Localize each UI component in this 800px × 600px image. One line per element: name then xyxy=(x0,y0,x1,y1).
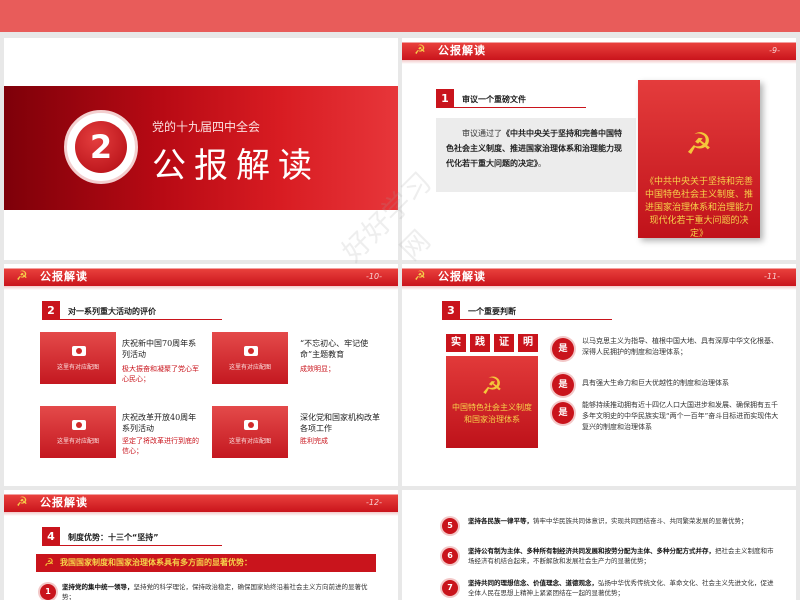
header-title: 公报解读 xyxy=(438,44,486,57)
section-heading: 3 一个重要判断 xyxy=(442,301,612,320)
section-heading: 4 制度优势：十三个“坚持” xyxy=(42,527,222,546)
camera-icon xyxy=(72,420,86,430)
section-heading: 1 审议一个重磅文件 xyxy=(436,89,586,108)
slide-subtitle: 党的十九届四中全会 xyxy=(152,120,261,134)
section-label: 制度优势：十三个“坚持” xyxy=(68,533,159,542)
page-number: -11- xyxy=(764,272,780,281)
judgement-row: 是 以马克思主义为指导、植根中国大地、具有深厚中华文化根基、深得人民拥护的制度和… xyxy=(552,336,782,366)
section-number: 2 xyxy=(42,301,60,320)
section-label: 审议一个重磅文件 xyxy=(462,95,526,104)
slide-header: ☭ 公报解读 -12- xyxy=(4,494,398,516)
system-box: ☭ 中国特色社会主义制度和国家治理体系 xyxy=(446,356,538,448)
camera-icon xyxy=(244,420,258,430)
section-number: 3 xyxy=(442,301,460,320)
image-placeholder: 这里有对应配图 xyxy=(212,406,288,458)
header-title: 公报解读 xyxy=(40,270,88,283)
slide-3[interactable]: ☭ 公报解读 -10- 2 对一系列重大活动的评价 这里有对应配图 庆祝新中国7… xyxy=(4,264,398,486)
hammer-sickle-icon: ☭ xyxy=(685,127,713,162)
advantages-bar: ☭ 我国国家制度和国家治理体系具有多方面的显著优势： xyxy=(36,554,376,572)
section-label: 一个重要判断 xyxy=(468,307,516,316)
practice-proves-labels: 实 践 证 明 xyxy=(446,334,538,354)
activity-title: 深化党和国家机构改革各项工作 xyxy=(300,413,380,433)
slide-header: ☭ 公报解读 -11- xyxy=(402,268,796,290)
image-placeholder: 这里有对应配图 xyxy=(40,332,116,384)
hammer-sickle-icon: ☭ xyxy=(44,556,54,569)
page-number: -12- xyxy=(366,498,382,507)
section-number: 2 xyxy=(75,121,127,173)
activity-title: “不忘初心、牢记使命”主题教育 xyxy=(300,339,369,359)
document-card: ☭ 《中共中央关于坚持和完善中国特色社会主义制度、推进国家治理体系和治理能力现代… xyxy=(638,80,760,239)
header-title: 公报解读 xyxy=(438,270,486,283)
activity-desc: 胜利完成 xyxy=(300,437,328,445)
section-heading: 2 对一系列重大活动的评价 xyxy=(42,301,222,320)
body-text: 审议通过了《中共中央关于坚持和完善中国特色社会主义制度、推进国家治理体系和治理能… xyxy=(436,118,636,192)
hammer-sickle-icon: ☭ xyxy=(481,372,503,400)
activity-desc: 成效明显； xyxy=(300,365,335,373)
hammer-sickle-icon: ☭ xyxy=(16,495,28,510)
page-number: -9- xyxy=(769,46,780,55)
activity-title: 庆祝改革开放40周年系列活动 xyxy=(122,413,197,433)
slide-1[interactable]: 2 党的十九届四中全会 公报解读 xyxy=(4,38,398,260)
slide-header: ☭ 公报解读 -9- xyxy=(402,42,796,64)
hammer-sickle-icon: ☭ xyxy=(414,43,426,58)
image-placeholder: 这里有对应配图 xyxy=(40,406,116,458)
activity-desc: 极大振奋和凝聚了党心军心民心； xyxy=(122,365,199,383)
hammer-sickle-icon: ☭ xyxy=(16,269,28,284)
slide-title: 公报解读 xyxy=(152,146,320,186)
hammer-sickle-icon: ☭ xyxy=(414,269,426,284)
section-number: 4 xyxy=(42,527,60,546)
slide-4[interactable]: ☭ 公报解读 -11- 3 一个重要判断 实 践 证 明 ☭ 中国特色社会主义制… xyxy=(402,264,796,486)
header-title: 公报解读 xyxy=(40,496,88,509)
section-label: 对一系列重大活动的评价 xyxy=(68,307,156,316)
page-number: -10- xyxy=(366,272,382,281)
image-placeholder: 这里有对应配图 xyxy=(212,332,288,384)
slide-5[interactable]: ☭ 公报解读 -12- 4 制度优势：十三个“坚持” ☭ 我国国家制度和国家治理… xyxy=(4,490,398,600)
slide-header: ☭ 公报解读 -10- xyxy=(4,268,398,290)
top-banner xyxy=(0,0,800,32)
section-number: 1 xyxy=(436,89,454,108)
camera-icon xyxy=(72,346,86,356)
activity-title: 庆祝新中国70周年系列活动 xyxy=(122,339,197,359)
activity-desc: 坚定了将改革进行到底的信心； xyxy=(122,437,199,455)
slide-6[interactable]: 5 坚持各民族一律平等，铸牢中华民族共同体意识，实现共同团结奋斗、共同繁荣发展的… xyxy=(402,490,796,600)
system-box-text: 中国特色社会主义制度和国家治理体系 xyxy=(452,403,532,424)
section-number-circle: 2 xyxy=(64,110,138,184)
judgement-row: 是 具有强大生命力和巨大优越性的制度和治理体系 xyxy=(552,372,782,398)
camera-icon xyxy=(244,346,258,356)
judgement-row: 是 能够持续推动拥有近十四亿人口大国进步和发展、确保拥有五千多年文明史的中华民族… xyxy=(552,400,782,450)
document-card-text: 《中共中央关于坚持和完善中国特色社会主义制度、推进国家治理体系和治理能力现代化若… xyxy=(644,177,753,239)
slide-2[interactable]: ☭ 公报解读 -9- 1 审议一个重磅文件 审议通过了《中共中央关于坚持和完善中… xyxy=(402,38,796,260)
